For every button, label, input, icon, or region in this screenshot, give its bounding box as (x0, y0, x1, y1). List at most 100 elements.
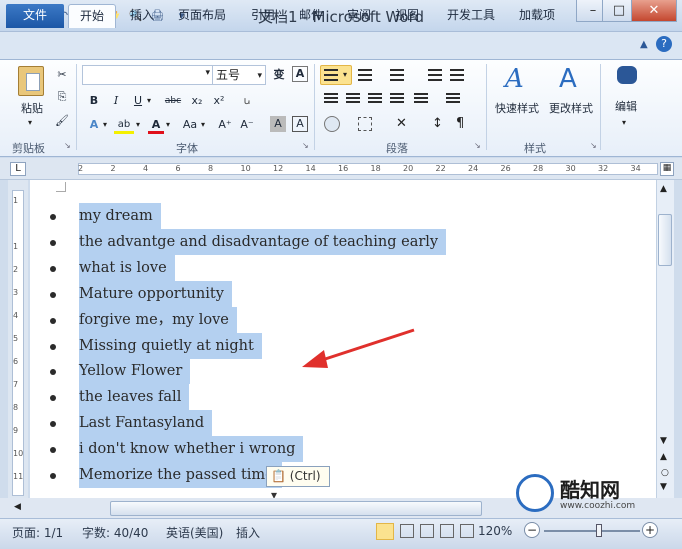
strikethrough-button[interactable]: abc (162, 92, 184, 110)
highlight-button[interactable]: ab (114, 116, 134, 134)
format-painter-icon[interactable]: 🖌 (54, 112, 70, 130)
tab-home[interactable]: 开始 (68, 4, 116, 28)
zoom-slider-thumb[interactable] (596, 524, 602, 537)
align-right-icon[interactable] (368, 93, 382, 105)
clipboard-launcher-icon[interactable]: ↘ (64, 141, 71, 150)
show-marks-icon[interactable]: ¶ (456, 116, 464, 131)
line-spacing-icon[interactable] (446, 93, 460, 105)
bullets-dropdown-icon[interactable]: ▾ (343, 70, 347, 79)
list-item[interactable]: Mature opportunity (30, 280, 656, 307)
close-button[interactable]: ✕ (631, 0, 677, 22)
ruler-toggle-icon[interactable]: ▦ (660, 162, 674, 176)
minimize-ribbon-icon[interactable]: ▲ (640, 39, 648, 50)
change-case-dropdown-icon[interactable]: ▾ (201, 120, 205, 129)
list-item-text[interactable]: Missing quietly at night (79, 332, 262, 359)
scroll-left-icon[interactable]: ◀ (14, 502, 21, 512)
tab-mailings[interactable]: 邮件 (292, 4, 330, 28)
browse-object-icon[interactable]: ○ (661, 468, 669, 478)
zoom-level[interactable]: 120% (478, 524, 512, 538)
list-item[interactable]: i don't know whether i wrong (30, 436, 656, 463)
numbering-icon[interactable] (358, 69, 372, 81)
copy-icon[interactable]: ⎘ (54, 88, 70, 106)
list-item-text[interactable]: the leaves fall (79, 384, 190, 411)
underline-dropdown-icon[interactable]: ▾ (147, 96, 151, 105)
subscript-button[interactable]: x₂ (188, 92, 206, 110)
justify-icon[interactable] (390, 93, 404, 105)
font-launcher-icon[interactable]: ↘ (302, 141, 309, 150)
outline-view-icon[interactable] (440, 524, 454, 538)
find-binoculars-icon[interactable] (617, 66, 637, 84)
font-color-dropdown-icon[interactable]: ▾ (166, 120, 170, 129)
superscript-button[interactable]: x² (210, 92, 228, 110)
status-word-count[interactable]: 字数: 40/40 (82, 524, 148, 541)
decrease-indent-icon[interactable] (428, 69, 442, 81)
quick-styles-icon[interactable]: A (505, 64, 524, 94)
status-language[interactable]: 英语(美国) (166, 524, 223, 541)
bold-button[interactable]: B (86, 92, 102, 110)
grow-font-button[interactable]: A⁺ (216, 116, 234, 134)
quick-styles-button[interactable]: 快速样式 (490, 100, 544, 118)
list-item[interactable]: the advantge and disadvantage of teachin… (30, 228, 656, 255)
tab-developer[interactable]: 开发工具 (438, 4, 504, 28)
paragraph-launcher-icon[interactable]: ↘ (474, 141, 481, 150)
highlight-dropdown-icon[interactable]: ▾ (136, 120, 140, 129)
tab-review[interactable]: 审阅 (340, 4, 378, 28)
text-effects-dropdown-icon[interactable]: ▾ (103, 120, 107, 129)
list-item-text[interactable]: Last Fantasyland (79, 410, 213, 437)
status-insert-mode[interactable]: 插入 (236, 524, 260, 541)
scroll-up-icon[interactable]: ▲ (660, 184, 667, 194)
list-item-text[interactable]: i don't know whether i wrong (79, 436, 304, 463)
align-center-icon[interactable] (346, 93, 360, 105)
paste-dropdown-icon[interactable]: ▾ (28, 118, 32, 127)
borders-icon[interactable] (358, 117, 372, 131)
sort-icon[interactable]: ↕ (432, 116, 443, 131)
tab-insert[interactable]: 插入 (120, 4, 164, 28)
tab-addins[interactable]: 加载项 (512, 4, 562, 28)
zoom-in-button[interactable]: + (642, 522, 658, 538)
chinese-layout-icon[interactable]: ✕ (396, 116, 407, 131)
font-size-combo[interactable]: 五号 ▾ (212, 65, 266, 85)
editing-dropdown-icon[interactable]: ▾ (622, 118, 626, 127)
list-item[interactable]: Last Fantasyland (30, 410, 656, 437)
horizontal-scroll-thumb[interactable] (110, 501, 482, 516)
align-left-icon[interactable] (324, 93, 338, 105)
list-item-text[interactable]: Memorize the passed time (79, 462, 282, 488)
list-item[interactable]: the leaves fall (30, 384, 656, 411)
paste-options-button[interactable]: 📋 (Ctrl) ▾ (266, 466, 330, 502)
change-case-button[interactable]: Aa (180, 116, 200, 134)
cut-icon[interactable]: ✂ (54, 66, 70, 84)
zoom-out-button[interactable]: − (524, 522, 540, 538)
tab-selector[interactable]: L (10, 162, 26, 176)
font-name-combo[interactable]: ▾ (82, 65, 214, 85)
scroll-down-icon[interactable]: ▼ (660, 436, 667, 446)
clear-formatting-icon[interactable]: A (292, 66, 308, 82)
list-item-text[interactable]: the advantge and disadvantage of teachin… (79, 228, 447, 255)
status-page[interactable]: 页面: 1/1 (12, 524, 63, 541)
tab-page-layout[interactable]: 页面布局 (170, 4, 234, 28)
tab-file[interactable]: 文件 (6, 4, 64, 28)
shrink-font-button[interactable]: A⁻ (238, 116, 256, 134)
list-item-text[interactable]: forgive me，my love (79, 306, 237, 333)
styles-launcher-icon[interactable]: ↘ (590, 141, 597, 150)
paste-icon[interactable] (18, 66, 44, 96)
help-icon[interactable]: ? (656, 36, 672, 52)
print-layout-view-icon[interactable] (376, 523, 394, 540)
zoom-slider-track[interactable] (544, 530, 640, 532)
full-screen-view-icon[interactable] (400, 524, 414, 538)
increase-indent-icon[interactable] (450, 69, 464, 81)
next-page-icon[interactable]: ▼ (660, 482, 667, 492)
change-styles-icon[interactable]: A (559, 64, 577, 94)
scroll-thumb[interactable] (658, 214, 672, 266)
underline-button[interactable]: U (130, 92, 146, 110)
change-styles-button[interactable]: 更改样式 (544, 100, 598, 118)
list-item-text[interactable]: Yellow Flower (79, 358, 191, 385)
change-font-icon[interactable]: 变 (270, 66, 288, 84)
tab-view[interactable]: 视图 (388, 4, 426, 28)
list-item[interactable]: my dream (30, 203, 656, 229)
character-border-button[interactable]: A (292, 116, 308, 132)
draft-view-icon[interactable] (460, 524, 474, 538)
list-item[interactable]: what is love (30, 254, 656, 281)
italic-button[interactable]: I (108, 92, 124, 110)
paste-button[interactable]: 粘贴 (14, 100, 50, 118)
font-color-button[interactable]: A (148, 116, 164, 134)
